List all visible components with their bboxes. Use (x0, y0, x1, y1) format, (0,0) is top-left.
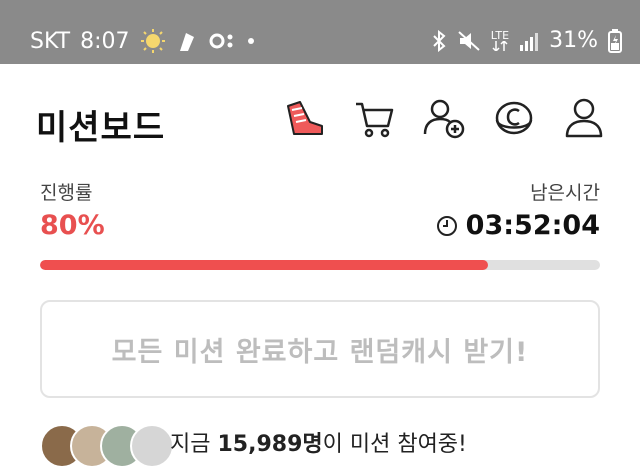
coin-icon[interactable] (492, 96, 536, 140)
carrier-label: SKT (30, 28, 71, 54)
bluetooth-icon (431, 29, 447, 52)
ticker-suffix: 이 미션 참여중! (322, 432, 467, 457)
progress-bar (40, 260, 600, 270)
remaining-time-value: 03:52:04 (465, 210, 600, 241)
more-dot-icon (246, 36, 256, 46)
lte-icon: LTE (491, 30, 509, 51)
battery-charging-icon (608, 28, 622, 53)
participant-avatars (40, 424, 174, 468)
avatar (130, 424, 174, 468)
ticker-prefix: 지금 (170, 432, 211, 457)
header-toolbar (282, 96, 606, 140)
page-title: 미션보드 (36, 108, 166, 148)
complete-all-missions-button[interactable]: 모든 미션 완료하고 랜덤캐시 받기! (40, 300, 600, 398)
signal-icon (519, 31, 539, 51)
progress-bar-fill (40, 260, 488, 270)
battery-percent: 31% (549, 28, 598, 53)
mute-icon (457, 30, 481, 52)
add-friend-icon[interactable] (422, 96, 466, 140)
profile-icon[interactable] (562, 96, 606, 140)
lte-label: LTE (490, 29, 510, 42)
app-notification-icon (176, 29, 198, 53)
sneaker-icon[interactable] (282, 96, 326, 140)
participation-ticker: 지금 15,989명이 미션 참여중! (170, 426, 467, 458)
oo-notification-icon (208, 31, 236, 51)
cart-icon[interactable] (352, 96, 396, 140)
clock-icon (436, 215, 458, 237)
progress-label: 진행률 (40, 182, 93, 204)
status-right: LTE 31% (431, 28, 622, 53)
progress-percent: 80% (40, 210, 105, 241)
weather-sun-icon (140, 28, 166, 54)
clock: 8:07 (80, 28, 130, 54)
participant-count: 15,989명 (217, 432, 323, 457)
remaining-timer: 03:52:04 (436, 210, 600, 241)
status-left: SKT 8:07 (30, 28, 256, 54)
status-bar: SKT 8:07 LTE 31% (0, 0, 640, 64)
remaining-time-label: 남은시간 (530, 182, 600, 204)
